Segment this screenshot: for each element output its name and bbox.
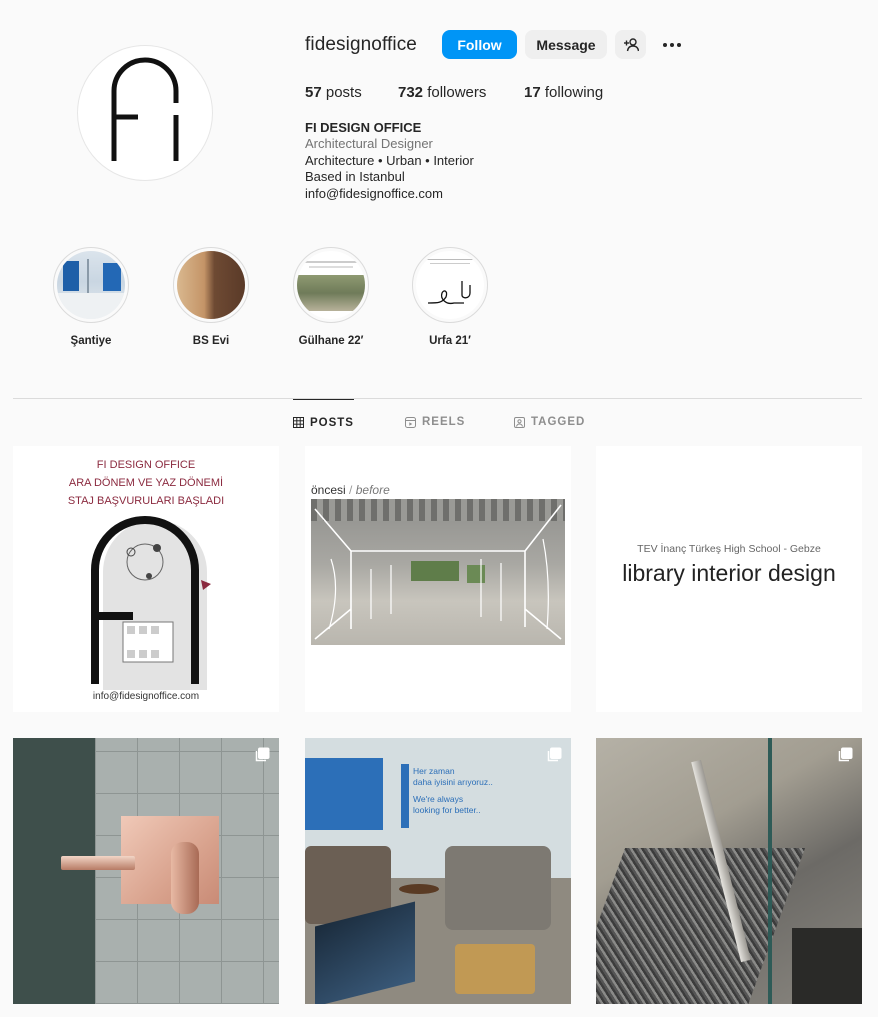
following-stat[interactable]: 17 following xyxy=(524,84,603,101)
suggest-user-button[interactable] xyxy=(615,30,646,59)
highlight-urfa[interactable]: Urfa 21′ xyxy=(411,247,489,347)
highlight-label: Şantiye xyxy=(70,335,112,347)
reels-icon xyxy=(405,416,416,428)
following-count: 17 xyxy=(524,84,541,101)
highlight-cover xyxy=(177,251,245,319)
office-plan-illustration xyxy=(91,516,211,690)
blue-panel xyxy=(305,758,383,830)
add-user-icon xyxy=(623,37,639,51)
caption-tr: öncesi xyxy=(311,483,346,497)
bio-name: FI DESIGN OFFICE xyxy=(305,120,422,135)
faucet-plate xyxy=(121,816,219,904)
bio-category: Architectural Designer xyxy=(305,136,433,152)
before-caption: öncesi / before xyxy=(311,483,390,497)
poster-email: info@fidesignoffice.com xyxy=(92,691,200,702)
highlight-ring xyxy=(412,247,488,323)
posts-label: posts xyxy=(325,84,362,101)
fi-logo xyxy=(111,57,182,161)
library-title: library interior design xyxy=(622,560,836,586)
brass-fittings xyxy=(455,944,535,994)
highlight-ring xyxy=(53,247,129,323)
post-tile[interactable] xyxy=(13,738,279,1004)
highlight-ring xyxy=(293,247,369,323)
poster-line: ARA DÖNEM VE YAZ DÖNEMİ xyxy=(68,477,224,489)
highlight-gulhane[interactable]: Gülhane 22′ xyxy=(292,247,370,347)
blue-stripe xyxy=(401,764,409,828)
posts-stat: 57 posts xyxy=(305,84,362,101)
dark-corner xyxy=(792,928,862,1004)
profile-username: fidesignoffice xyxy=(305,34,417,55)
post-tile[interactable]: TEV İnanç Türkeş High School - Gebze lib… xyxy=(596,446,862,712)
grid-icon xyxy=(293,417,304,428)
highlight-label: Urfa 21′ xyxy=(429,335,471,347)
poster-line: FI DESIGN OFFICE xyxy=(96,459,196,471)
tab-label: REELS xyxy=(422,416,466,428)
carousel-icon xyxy=(255,747,270,762)
carousel-icon xyxy=(838,747,853,762)
post-tile[interactable]: öncesi / before xyxy=(305,446,571,712)
bio-email: info@fidesignoffice.com xyxy=(305,185,443,201)
highlight-ring xyxy=(173,247,249,323)
carousel-icon xyxy=(547,747,562,762)
armchair-right xyxy=(445,846,551,930)
highlight-label: Gülhane 22′ xyxy=(298,335,364,347)
urfa-sketch-icon xyxy=(427,281,471,305)
poster-line: STAJ BAŞVURULARI BAŞLADI xyxy=(67,495,225,507)
post-tile[interactable]: Her zaman daha iyisini arıyoruz.. We're … xyxy=(305,738,571,1004)
followers-stat[interactable]: 732 followers xyxy=(398,84,486,101)
sign-line: daha iyisini arıyoruz.. xyxy=(413,777,493,787)
tab-tagged[interactable]: TAGGED xyxy=(514,399,585,445)
tab-reels[interactable]: REELS xyxy=(405,399,465,445)
follow-button[interactable]: Follow xyxy=(442,30,517,59)
side-table xyxy=(399,884,439,894)
highlight-cover xyxy=(57,251,125,319)
tab-label: TAGGED xyxy=(531,416,586,428)
more-dots-icon xyxy=(663,42,681,47)
post-tile[interactable]: FI DESIGN OFFICE ARA DÖNEM VE YAZ DÖNEMİ… xyxy=(13,446,279,712)
tagged-icon xyxy=(514,416,525,428)
highlight-label: BS Evi xyxy=(192,335,230,347)
library-subtitle: TEV İnanç Türkeş High School - Gebze xyxy=(637,543,821,555)
tab-label: POSTS xyxy=(310,416,354,429)
sketch-overlay xyxy=(314,504,562,640)
highlight-cover xyxy=(416,251,484,319)
before-photo xyxy=(311,499,565,645)
profile-bio: FI DESIGN OFFICE Architectural Designer … xyxy=(305,120,474,202)
post-poster-text: FI DESIGN OFFICE ARA DÖNEM VE YAZ DÖNEMİ… xyxy=(13,456,279,510)
faucet-spout xyxy=(61,856,135,870)
caption-en: before xyxy=(355,483,390,497)
sign-line: We're always xyxy=(413,794,464,804)
highlight-cover xyxy=(297,251,365,319)
sign-line: Her zaman xyxy=(413,766,455,776)
glass-edge xyxy=(768,738,772,1004)
posts-count: 57 xyxy=(305,84,322,101)
followers-label: followers xyxy=(427,84,487,101)
tab-posts[interactable]: POSTS xyxy=(293,399,354,445)
message-button[interactable]: Message xyxy=(525,30,607,59)
caption-separator: / xyxy=(349,483,353,497)
more-options-button[interactable] xyxy=(657,30,687,59)
sign-line: looking for better.. xyxy=(413,805,481,815)
faucet-handle xyxy=(171,842,199,914)
highlight-bs-evi[interactable]: BS Evi xyxy=(172,247,250,347)
wall-sign: Her zaman daha iyisini arıyoruz.. We're … xyxy=(413,766,493,816)
bio-line: Architecture • Urban • Interior xyxy=(305,152,474,168)
profile-avatar[interactable] xyxy=(77,45,213,181)
highlight-santiye[interactable]: Şantiye xyxy=(52,247,130,347)
followers-count: 732 xyxy=(398,84,424,101)
post-tile[interactable] xyxy=(596,738,862,1004)
bio-line: Based in Istanbul xyxy=(305,169,405,185)
following-label: following xyxy=(544,84,604,101)
